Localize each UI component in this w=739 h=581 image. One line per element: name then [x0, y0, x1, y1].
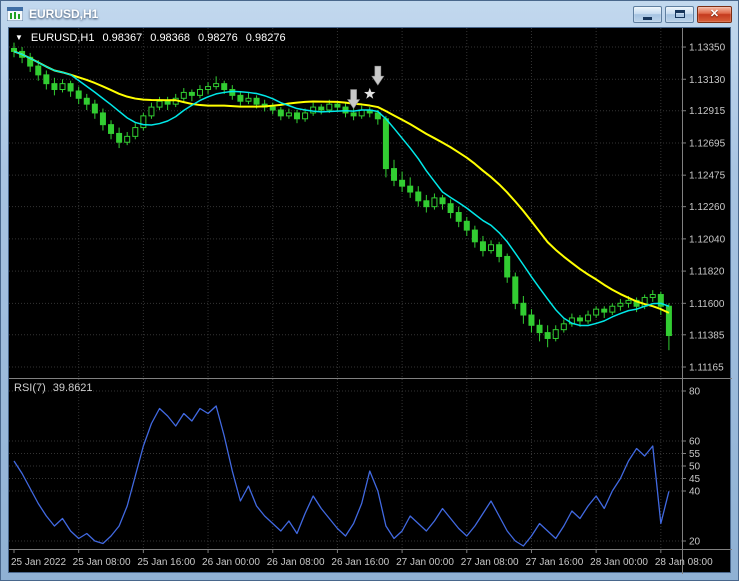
time-axis-label: 26 Jan 08:00	[267, 557, 325, 568]
rsi-value: 39.8621	[52, 382, 93, 394]
time-axis-label: 25 Jan 16:00	[137, 557, 195, 568]
chart-symbol-label: EURUSD,H1	[30, 32, 95, 44]
ohlc-low: 0.98276	[198, 32, 238, 44]
title-bar[interactable]: EURUSD,H1 ✕	[1, 1, 738, 27]
arrow-down-marker[interactable]	[371, 65, 385, 86]
time-axis-label: 25 Jan 08:00	[73, 557, 131, 568]
time-axis-label: 28 Jan 08:00	[655, 557, 713, 568]
ohlc-high: 0.98368	[150, 32, 191, 44]
rsi-indicator-label: RSI(7) 39.8621	[14, 382, 93, 394]
rsi-line	[13, 405, 670, 547]
time-axis-label: 25 Jan 2022	[11, 557, 66, 568]
ohlc-info: ▼ EURUSD,H1 0.98367 0.98368 0.98276 0.98…	[15, 32, 286, 44]
time-axis-label: 26 Jan 16:00	[331, 557, 389, 568]
rsi-axis-label: 50	[689, 462, 701, 473]
window-title: EURUSD,H1	[29, 7, 99, 21]
time-axis-label: 26 Jan 00:00	[202, 557, 260, 568]
price-axis-label: 1.13130	[689, 75, 726, 86]
ma-slow-line	[13, 50, 670, 314]
ma-layer	[13, 50, 670, 327]
time-axis-label: 28 Jan 00:00	[590, 557, 648, 568]
price-axis-label: 1.12040	[689, 234, 726, 245]
minimize-button[interactable]	[633, 5, 662, 23]
rsi-axis-label: 60	[689, 437, 701, 448]
price-axis-label: 1.12695	[689, 138, 726, 149]
ma-fast-line	[13, 50, 670, 327]
collapse-icon[interactable]: ▼	[15, 34, 23, 42]
time-axis-label: 27 Jan 16:00	[525, 557, 583, 568]
ohlc-close: 0.98276	[245, 32, 286, 44]
rsi-line-layer	[13, 405, 670, 547]
price-axis-label: 1.12915	[689, 106, 726, 117]
window-icon	[7, 7, 23, 21]
ohlc-open: 0.98367	[102, 32, 143, 44]
chart-plot[interactable]: 1.13350 1.13130 1.12915 1.12695 1.12475 1.122…	[9, 28, 732, 574]
maximize-icon	[674, 10, 685, 18]
price-axis-label: 1.11600	[689, 299, 725, 310]
rsi-axis-label: 20	[689, 537, 701, 548]
price-axis-label: 1.11165	[689, 363, 724, 374]
maximize-button[interactable]	[665, 5, 694, 23]
price-axis-label: 1.11385	[689, 330, 725, 341]
rsi-axis-label: 45	[689, 474, 701, 485]
minimize-icon	[643, 16, 652, 20]
window-controls: ✕	[633, 5, 732, 23]
rsi-name: RSI(7)	[14, 382, 46, 394]
star-marker[interactable]	[364, 87, 376, 99]
price-axis-label: 1.12260	[689, 202, 726, 213]
price-axis-label: 1.11820	[689, 267, 725, 278]
rsi-axis-label: 80	[689, 387, 701, 398]
rsi-axis-label: 55	[689, 449, 701, 460]
time-axis-label: 27 Jan 00:00	[396, 557, 454, 568]
rsi-axis-label: 40	[689, 487, 701, 498]
close-icon: ✕	[709, 7, 720, 20]
close-button[interactable]: ✕	[697, 5, 732, 23]
markers-layer[interactable]	[347, 65, 385, 110]
chart-window: EURUSD,H1 ✕ ▼ EURUSD,H1 0.98367 0.98368 …	[0, 0, 739, 581]
chart-area[interactable]: ▼ EURUSD,H1 0.98367 0.98368 0.98276 0.98…	[8, 27, 732, 574]
price-axis-label: 1.13350	[689, 43, 726, 54]
time-axis-label: 27 Jan 08:00	[461, 557, 519, 568]
arrow-down-marker[interactable]	[347, 89, 361, 110]
price-axis-label: 1.12475	[689, 171, 726, 182]
